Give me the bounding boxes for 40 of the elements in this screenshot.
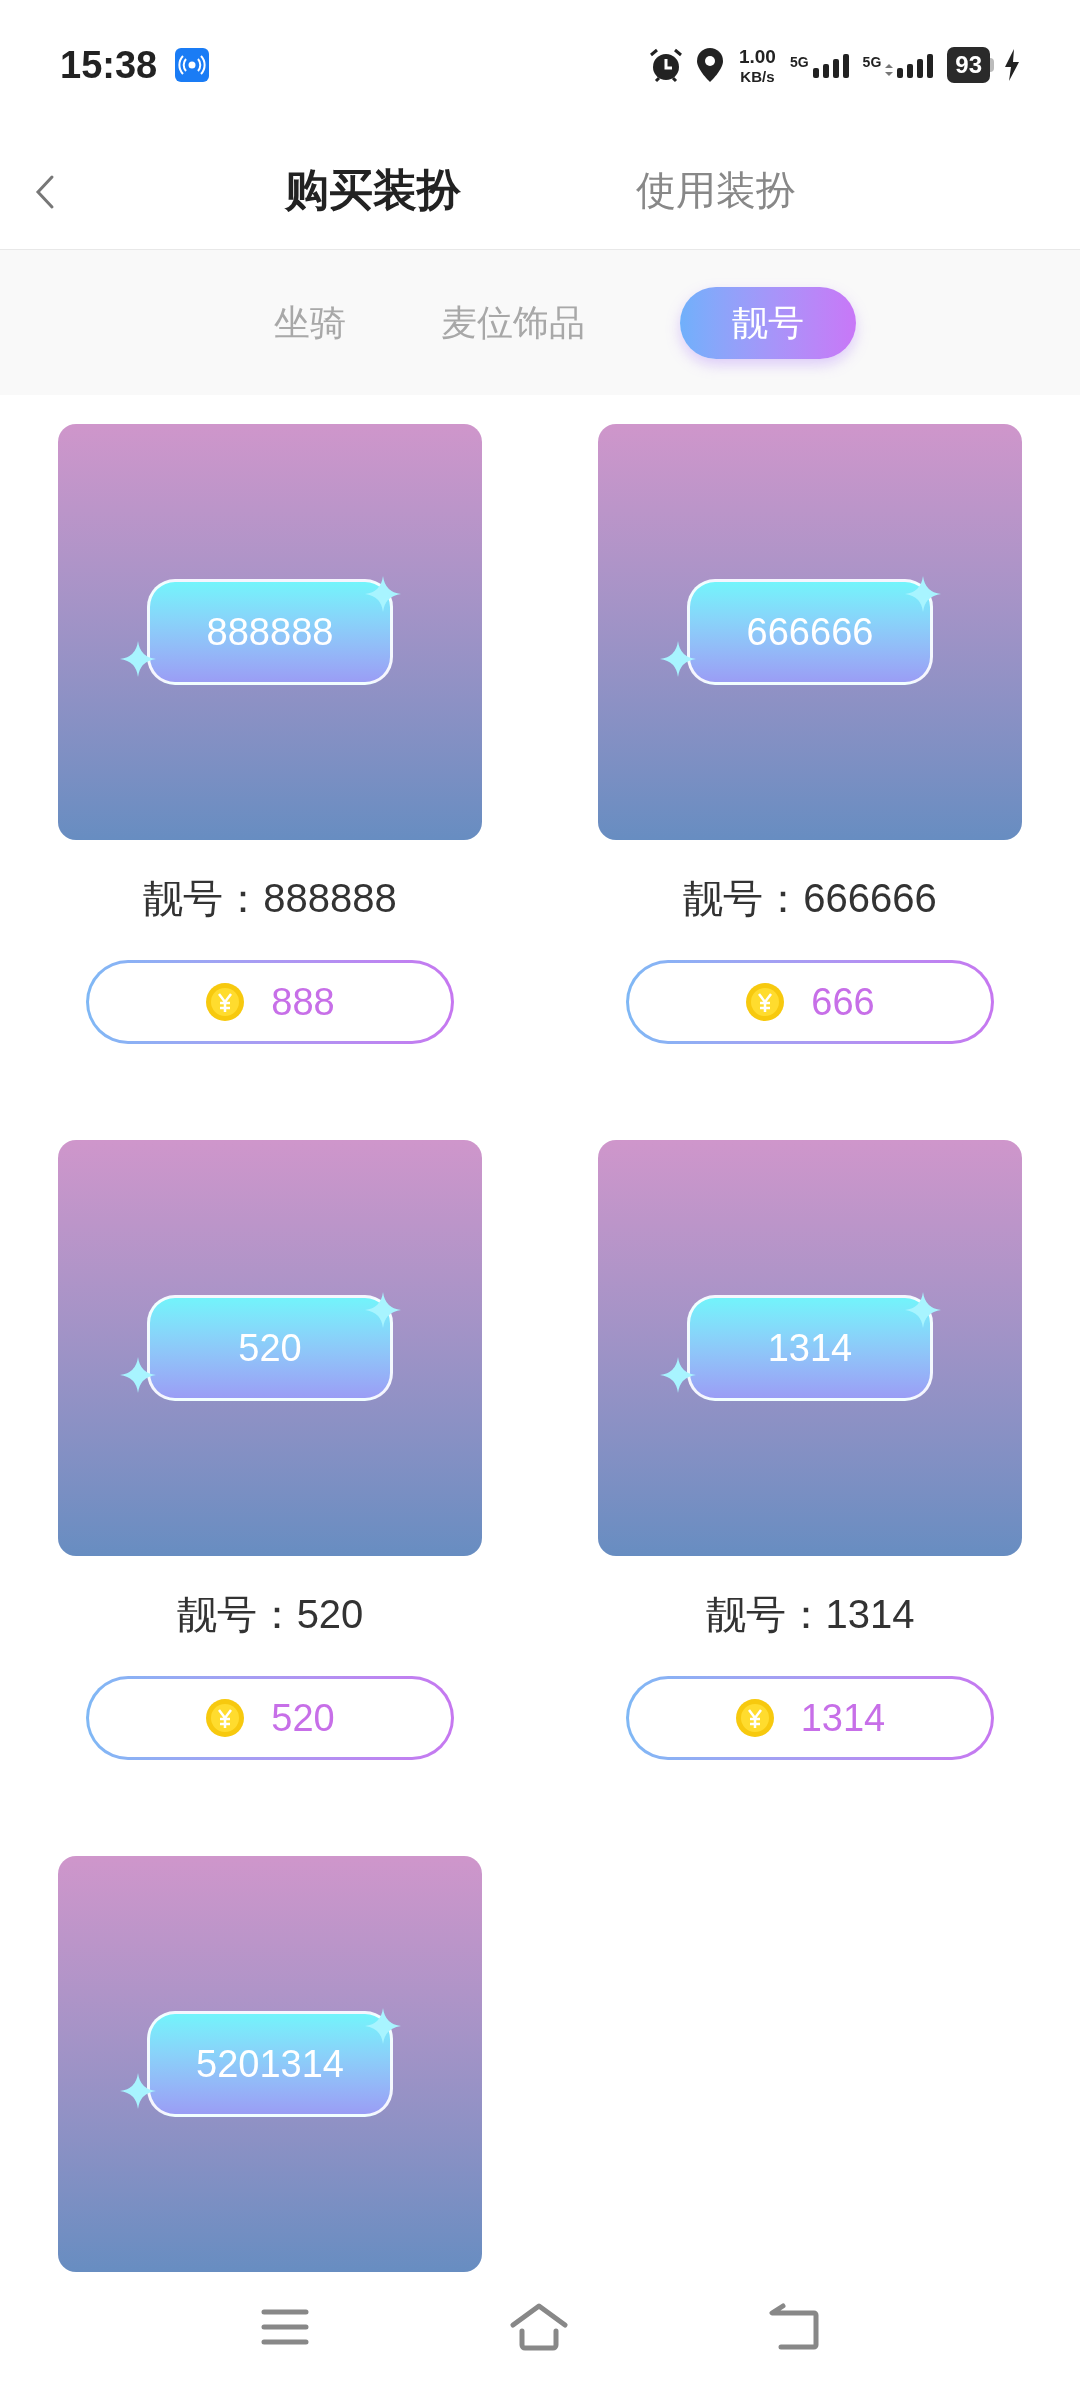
- hotspot-icon: [175, 48, 210, 82]
- item-title: 靓号：1314: [705, 1594, 915, 1634]
- header-tab[interactable]: 购买装扮: [284, 156, 461, 223]
- price-button[interactable]: 666: [626, 960, 994, 1044]
- number-badge: 1314: [687, 1295, 933, 1401]
- coin-icon: [205, 982, 246, 1022]
- item-card[interactable]: 520: [58, 1140, 482, 1556]
- home-icon[interactable]: [509, 2302, 569, 2351]
- signal-icon: [810, 52, 851, 78]
- item-card[interactable]: 888888: [58, 424, 482, 840]
- category-tab[interactable]: 靓号: [680, 286, 856, 359]
- number-badge: 520: [147, 1295, 393, 1401]
- back-icon[interactable]: [769, 2302, 819, 2351]
- category-tab[interactable]: 麦位饰品: [441, 286, 585, 359]
- price-button[interactable]: 1314: [626, 1676, 994, 1760]
- back-icon[interactable]: [34, 174, 56, 210]
- network-type-label: 5G: [789, 53, 809, 72]
- clock-time: 15:38: [60, 42, 158, 88]
- header-tab[interactable]: 使用装扮: [635, 156, 796, 223]
- number-badge: 666666: [687, 579, 933, 685]
- signal-icon: [883, 52, 936, 78]
- coin-icon: [745, 982, 786, 1022]
- price-button[interactable]: 520: [86, 1676, 454, 1760]
- item-card[interactable]: 5201314: [58, 1856, 482, 2272]
- item-title: 靓号：888888: [143, 878, 397, 918]
- category-tab[interactable]: 坐骑: [274, 286, 346, 359]
- number-badge: 5201314: [147, 2011, 393, 2117]
- price-button[interactable]: 888: [86, 960, 454, 1044]
- item-title: 靓号：666666: [683, 878, 937, 918]
- number-badge: 888888: [147, 579, 393, 685]
- network-speed-unit: KB/s: [740, 68, 775, 84]
- coin-icon: [734, 1698, 775, 1738]
- item-card[interactable]: 666666: [598, 424, 1022, 840]
- item-title: 靓号：520: [176, 1594, 364, 1634]
- item-card[interactable]: 1314: [598, 1140, 1022, 1556]
- coin-icon: [205, 1698, 246, 1738]
- location-icon: [694, 46, 725, 84]
- network-speed-value: 1.00: [738, 46, 776, 66]
- network-type-label: 5G: [862, 53, 882, 72]
- battery-level: 93: [947, 47, 990, 83]
